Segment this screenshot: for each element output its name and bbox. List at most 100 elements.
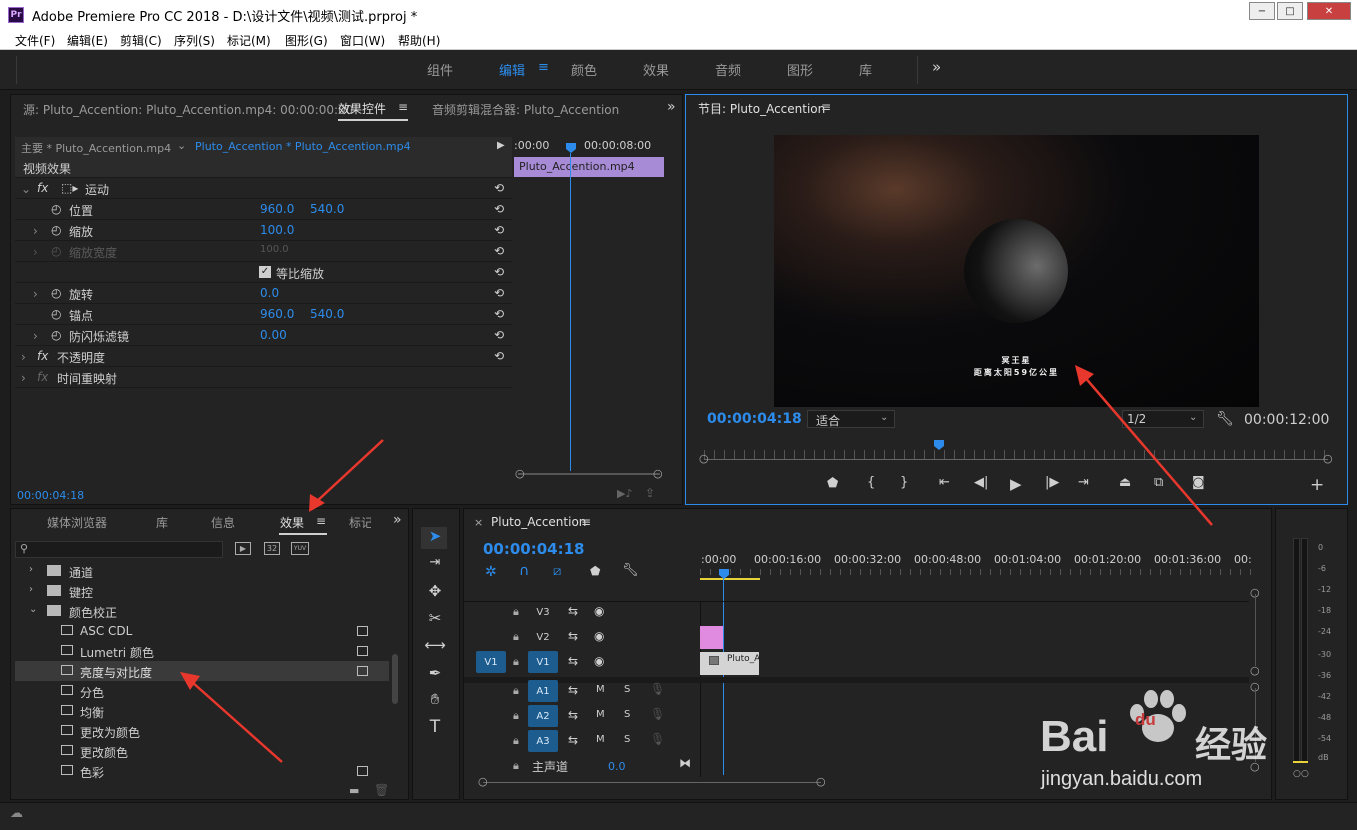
panel-overflow-icon[interactable]: »: [393, 512, 402, 528]
lift-icon[interactable]: ⏏: [1119, 475, 1131, 490]
go-to-out-icon[interactable]: ⇥: [1078, 475, 1089, 490]
tree-folder-color-correction[interactable]: ⌄ 颜色校正: [15, 601, 389, 621]
panel-overflow-icon[interactable]: »: [667, 99, 676, 115]
solo-button[interactable]: S: [624, 734, 630, 745]
play-icon[interactable]: ▶: [1010, 475, 1022, 493]
microphone-icon[interactable]: 🎙︎: [650, 682, 665, 696]
stopwatch-icon[interactable]: ◴: [51, 223, 61, 237]
step-forward-icon[interactable]: |▶: [1045, 475, 1059, 490]
play-triangle-icon[interactable]: ▶: [497, 140, 505, 151]
master-clip-label[interactable]: 主要 * Pluto_Accention.mp4: [21, 140, 171, 156]
track-name[interactable]: A2: [528, 705, 558, 727]
step-back-icon[interactable]: ◀|: [974, 475, 988, 490]
reset-icon[interactable]: ⟲: [494, 265, 504, 279]
tree-effect-tint[interactable]: 色彩: [15, 761, 389, 781]
expand-triangle-icon[interactable]: ›: [33, 287, 38, 301]
tab-libraries[interactable]: 库: [156, 514, 168, 531]
mute-button[interactable]: M: [596, 684, 605, 695]
panel-menu-icon[interactable]: ≡: [821, 100, 831, 114]
workspace-tab-audio[interactable]: 音频: [715, 60, 741, 79]
tree-effect-change-color[interactable]: 更改颜色: [15, 741, 389, 761]
sync-lock-icon[interactable]: ⇆: [568, 733, 578, 747]
snap-magnet-icon[interactable]: ∩: [519, 563, 529, 579]
solo-button[interactable]: S: [624, 709, 630, 720]
lock-icon[interactable]: 🔒︎: [513, 759, 519, 773]
menu-marker[interactable]: 标记(M): [227, 32, 271, 49]
clip-v2-pink[interactable]: [700, 626, 723, 649]
go-to-end-icon[interactable]: ⧓: [679, 756, 691, 770]
ripple-edit-tool-icon[interactable]: ✥: [424, 582, 446, 600]
fit-dropdown[interactable]: 适合 ⌄: [807, 410, 895, 428]
workspace-tab-editing[interactable]: 编辑: [499, 60, 525, 79]
track-name[interactable]: V2: [528, 626, 558, 648]
microphone-icon[interactable]: 🎙︎: [650, 732, 665, 746]
sequence-clip-label[interactable]: Pluto_Accention * Pluto_Accention.mp4: [195, 140, 411, 153]
nest-icon[interactable]: ✲: [485, 564, 497, 580]
tree-folder-keying[interactable]: › 键控: [15, 581, 389, 601]
32bit-effects-icon[interactable]: 32: [264, 542, 280, 555]
track-name[interactable]: V1: [528, 651, 558, 673]
lock-icon[interactable]: 🔒︎: [513, 684, 519, 698]
program-monitor-title[interactable]: 节目: Pluto_Accention: [698, 100, 825, 117]
reset-icon[interactable]: ⟲: [494, 286, 504, 300]
timeline-ruler[interactable]: :00:00 00:00:16:00 00:00:32:00 00:00:48:…: [700, 549, 1255, 580]
property-value-x[interactable]: 960.0: [260, 202, 294, 216]
add-marker-icon[interactable]: ⬟: [590, 564, 600, 578]
minimize-button[interactable]: −: [1249, 2, 1275, 20]
eye-icon[interactable]: ◉: [594, 629, 604, 643]
workspace-more-icon[interactable]: »: [932, 58, 941, 76]
program-playhead-icon[interactable]: [934, 440, 944, 450]
menu-file[interactable]: 文件(F): [15, 32, 55, 49]
mini-clip-bar[interactable]: Pluto_Accention.mp4: [514, 157, 664, 177]
maximize-button[interactable]: □: [1277, 2, 1303, 20]
reset-icon[interactable]: ⟲: [494, 202, 504, 216]
work-area-bar[interactable]: [700, 578, 760, 580]
motion-transform-icon[interactable]: ⬚▸: [61, 181, 78, 195]
reset-icon[interactable]: ⟲: [494, 223, 504, 237]
tree-effect-brightness-contrast[interactable]: 亮度与对比度: [15, 661, 389, 681]
reset-icon[interactable]: ⟲: [494, 349, 504, 363]
tree-effect-equalize[interactable]: 均衡: [15, 701, 389, 721]
tree-effect-asc-cdl[interactable]: ASC CDL: [15, 621, 389, 641]
zoom-scrollbar[interactable]: [518, 473, 660, 475]
tab-audio-clip-mixer[interactable]: 音频剪辑混合器: Pluto_Accention: [432, 101, 619, 118]
stopwatch-icon[interactable]: ◴: [51, 328, 61, 342]
close-tab-icon[interactable]: ×: [474, 516, 483, 529]
yuv-effects-icon[interactable]: YUV: [291, 542, 309, 555]
menu-help[interactable]: 帮助(H): [398, 32, 440, 49]
sequence-tab[interactable]: Pluto_Accention: [491, 515, 586, 529]
menu-clip[interactable]: 剪辑(C): [120, 32, 162, 49]
delete-icon[interactable]: 🗑︎: [374, 783, 389, 797]
menu-sequence[interactable]: 序列(S): [174, 32, 215, 49]
reset-icon[interactable]: ⟲: [494, 328, 504, 342]
eye-icon[interactable]: ◉: [594, 604, 604, 618]
effects-search-input[interactable]: ⚲: [15, 541, 223, 558]
reset-icon[interactable]: ⟲: [494, 181, 504, 195]
clip-v1[interactable]: Pluto_A: [700, 652, 760, 675]
video-vscroll[interactable]: [1255, 594, 1256, 666]
solo-button[interactable]: S: [624, 684, 630, 695]
panel-menu-icon[interactable]: ≡: [316, 514, 326, 528]
lock-icon[interactable]: 🔒︎: [513, 734, 519, 748]
tab-effects[interactable]: 效果: [280, 514, 304, 531]
menu-window[interactable]: 窗口(W): [340, 32, 385, 49]
expand-triangle-icon[interactable]: ›: [29, 584, 33, 595]
sync-lock-icon[interactable]: ⇆: [568, 604, 578, 618]
property-value-y[interactable]: 540.0: [310, 202, 344, 216]
timeline-timecode[interactable]: 00:00:04:18: [483, 540, 585, 558]
track-name[interactable]: V3: [528, 601, 558, 623]
sync-lock-icon[interactable]: ⇆: [568, 629, 578, 643]
pen-tool-icon[interactable]: ✒: [424, 664, 446, 682]
property-value[interactable]: 100.0: [260, 223, 294, 237]
expand-triangle-icon[interactable]: ›: [21, 350, 26, 364]
camera-icon[interactable]: ◙: [1192, 475, 1205, 490]
workspace-menu-icon[interactable]: ≡: [538, 60, 549, 75]
track-name[interactable]: A1: [528, 680, 558, 702]
selection-tool-icon[interactable]: ➤: [424, 527, 446, 545]
tab-info[interactable]: 信息: [211, 514, 235, 531]
uniform-scale-checkbox[interactable]: ✓: [259, 266, 271, 278]
sync-lock-icon[interactable]: ⇆: [568, 654, 578, 668]
tree-effect-lumetri[interactable]: Lumetri 颜色: [15, 641, 389, 661]
stopwatch-icon[interactable]: ◴: [51, 286, 61, 300]
effect-controls-timecode[interactable]: 00:00:04:18: [17, 489, 84, 502]
